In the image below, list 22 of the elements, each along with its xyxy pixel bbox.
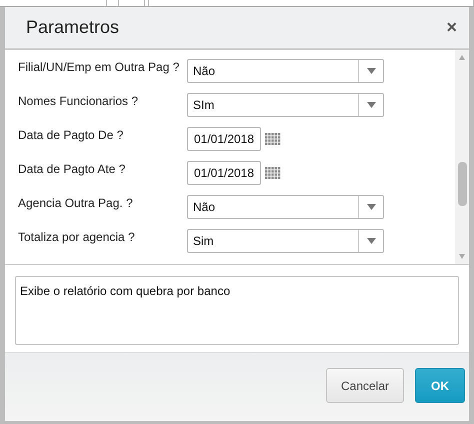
description-box: Exibe o relatório com quebra por banco xyxy=(15,276,459,345)
caret-icon xyxy=(366,102,376,108)
close-button[interactable]: × xyxy=(446,17,457,38)
caret-icon xyxy=(366,238,376,244)
field-label: Agencia Outra Pag. ? xyxy=(18,195,134,210)
field-label: Data de Pagto De ? xyxy=(18,127,124,142)
caret-icon xyxy=(366,68,376,74)
dropdown[interactable]: Não xyxy=(187,195,384,219)
dialog-title: Parametros xyxy=(26,17,120,38)
field-label: Data de Pagto Ate ? xyxy=(18,161,126,176)
caret-icon xyxy=(366,204,376,210)
field-label: Nomes Funcionarios ? xyxy=(18,93,140,108)
date-field[interactable]: 01/01/2018 xyxy=(187,161,261,185)
dropdown[interactable]: Sim xyxy=(187,229,384,253)
calendar-icon[interactable] xyxy=(265,167,281,180)
dropdown[interactable]: SIm xyxy=(187,93,384,117)
field-label: Filial/UN/Emp em Outra Pag ? xyxy=(18,59,180,74)
field-label: Totaliza por agencia ? xyxy=(18,229,136,244)
dropdown[interactable]: Não xyxy=(187,59,384,83)
date-field[interactable]: 01/01/2018 xyxy=(187,127,261,151)
cancel-button[interactable]: Cancelar xyxy=(326,368,404,403)
calendar-icon[interactable] xyxy=(265,133,281,146)
